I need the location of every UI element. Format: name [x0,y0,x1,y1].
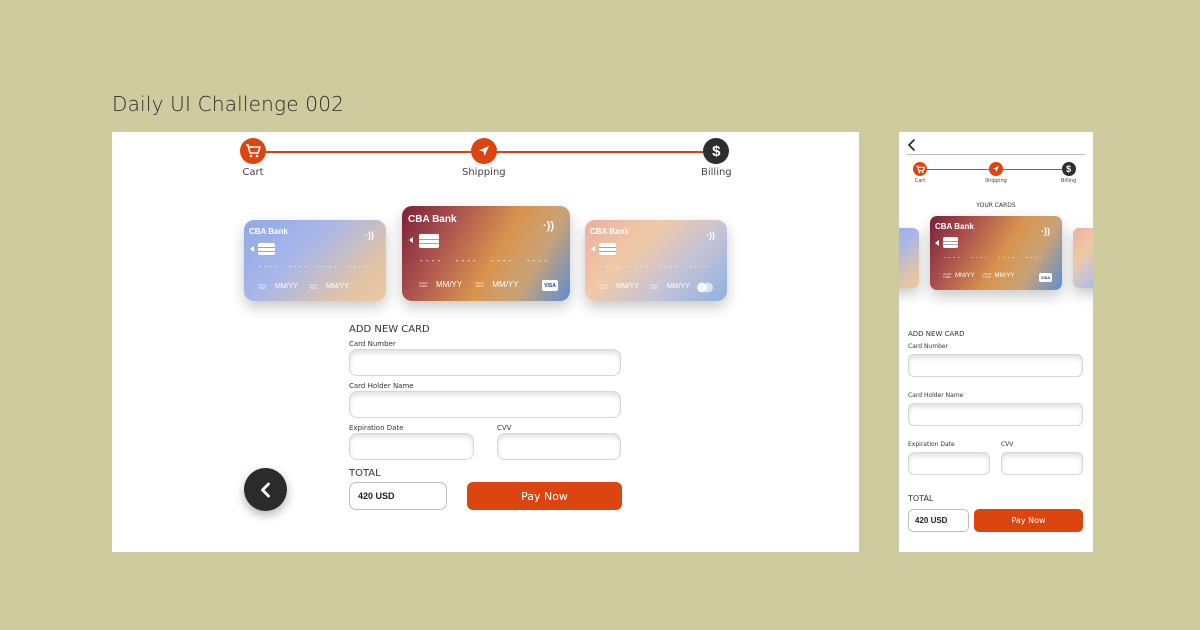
add-card-heading: ADD NEW CARD [908,330,965,338]
expiry-input[interactable] [349,433,474,460]
card-number-mask: ---- ---- ---- ---- [419,256,549,265]
holder-name-input[interactable] [908,403,1083,426]
saved-card-selected[interactable]: CBA Bank ·)) ---- ---- ---- ---- VALID THRU… [930,216,1062,290]
step-billing[interactable]: $ Billing [701,138,732,178]
add-card-heading: ADD NEW CARD [349,324,430,335]
navigation-arrow-icon [988,162,1003,176]
card-arrow-icon [250,246,254,252]
expiry-label: Expiration Date [349,424,404,432]
your-cards-heading: YOUR CARDS [976,202,1016,209]
total-label: TOTAL [908,494,934,503]
cvv-label: CVV [497,424,512,432]
step-label-cart: Cart [914,178,926,184]
pay-now-button[interactable]: Pay Now [467,482,622,510]
step-billing[interactable]: $ Billing [1061,162,1076,184]
holder-name-label: Card Holder Name [908,392,964,399]
mastercard-logo-icon [695,282,715,293]
step-label-billing: Billing [701,167,732,178]
cart-icon [913,162,927,176]
card-expiry: VALID THRU MM/YY VALID THRU MM/YY [258,282,349,290]
cvv-label: CVV [1001,441,1014,448]
card-number-label: Card Number [908,343,949,350]
visa-logo-icon: VISA [542,280,558,291]
dollar-icon: $ [703,138,730,164]
step-cart[interactable]: Cart [913,162,927,184]
saved-card[interactable]: CBA Bank ·)) ---- ---- ---- ---- VALID THRU… [244,220,386,301]
dollar-icon: $ [1061,162,1076,176]
saved-card[interactable] [899,228,919,288]
header-divider [907,154,1085,155]
card-number-mask: ---- ---- ---- ---- [943,254,1043,261]
card-bank-name: CBA Bank [249,227,288,236]
card-arrow-icon [409,237,413,243]
saved-card-selected[interactable]: CBA Bank ·)) ---- ---- ---- ---- VALID THRU… [402,206,570,301]
card-expiry: VALID THRU MM/YY VALID THRU MM/YY [599,282,690,290]
step-shipping[interactable]: Shipping [985,162,1007,184]
step-cart[interactable]: Cart [240,138,266,178]
total-label: TOTAL [349,468,381,479]
page-title: Daily UI Challenge 002 [112,92,345,116]
card-number-mask: ---- ---- ---- ---- [599,263,709,271]
contactless-icon: ·)) [706,230,715,240]
step-label-billing: Billing [1061,178,1077,184]
total-value: 420 USD [908,509,969,532]
contactless-icon: ·)) [1041,226,1050,236]
amex-logo-icon [359,281,372,294]
chip-icon [599,243,616,255]
chip-icon [258,243,275,255]
chip-icon [419,234,439,248]
card-bank-name: CBA Bank [590,227,629,236]
card-bank-name: CBA Bank [408,214,457,225]
step-label-shipping: Shipping [985,178,1007,184]
saved-card[interactable]: CBA Bank ·)) ---- ---- ---- ---- VALID THRU… [585,220,727,301]
contactless-icon: ·)) [543,220,554,232]
total-value: 420 USD [349,482,447,510]
visa-logo-icon: VISA [1039,273,1052,282]
desktop-frame: Cart Shipping $ Billing CBA Bank ·)) ---… [112,132,859,552]
cvv-input[interactable] [497,433,621,460]
chevron-left-icon [907,139,915,151]
cvv-input[interactable] [1001,452,1083,475]
card-number-input[interactable] [908,354,1083,377]
navigation-arrow-icon [470,138,497,164]
card-expiry: VALID THRU MM/YY VALID THRU MM/YY [419,280,519,289]
card-arrow-icon [591,246,595,252]
mobile-frame: Cart Shipping $ Billing YOUR CARDS CBA B… [899,132,1093,552]
step-label-cart: Cart [242,167,264,178]
holder-name-label: Card Holder Name [349,382,414,390]
cart-icon [240,138,266,164]
expiry-input[interactable] [908,452,990,475]
card-bank-name: CBA Bank [935,222,974,231]
card-number-mask: ---- ---- ---- ---- [258,263,368,271]
card-arrow-icon [935,240,939,246]
pay-now-button[interactable]: Pay Now [974,509,1083,532]
contactless-icon: ·)) [365,230,374,240]
back-button[interactable] [244,468,287,511]
chip-icon [943,237,958,248]
holder-name-input[interactable] [349,391,621,418]
card-number-input[interactable] [349,349,621,376]
expiry-label: Expiration Date [908,441,955,448]
step-shipping[interactable]: Shipping [462,138,506,178]
card-expiry: VALID THRU MM/YY VALID THRU MM/YY [943,272,1015,280]
step-label-shipping: Shipping [462,167,506,178]
card-number-label: Card Number [349,340,396,348]
saved-card[interactable] [1073,228,1093,288]
chevron-left-icon [260,482,270,497]
